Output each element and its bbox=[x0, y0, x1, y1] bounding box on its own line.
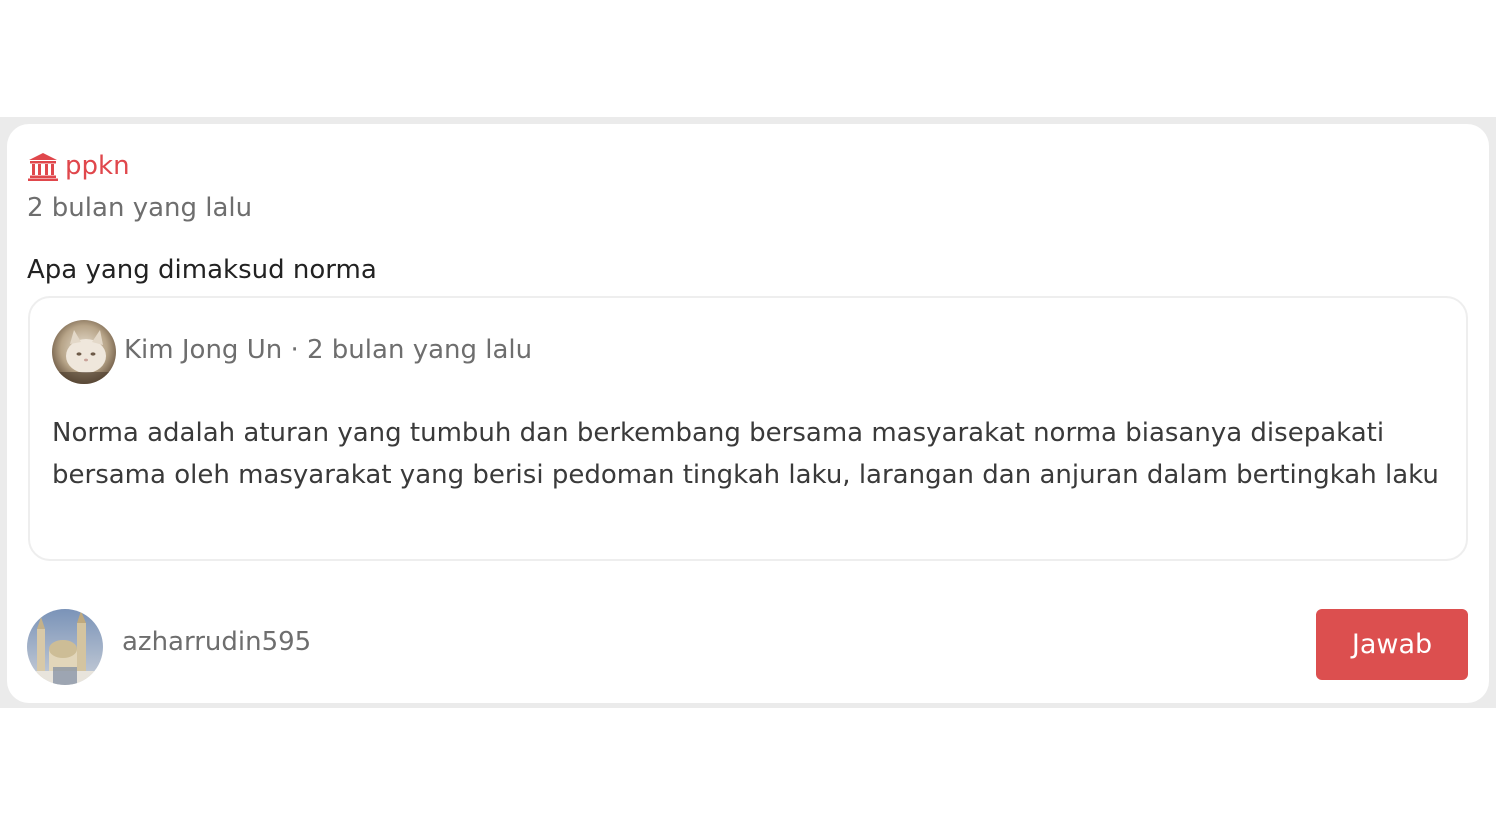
answer-author-avatar[interactable] bbox=[52, 320, 116, 384]
username[interactable]: azharrudin595 bbox=[122, 624, 311, 660]
answer-timestamp: 2 bulan yang lalu bbox=[307, 335, 533, 365]
question-card: ppkn 2 bulan yang lalu Apa yang dimaksud… bbox=[7, 124, 1489, 703]
user-avatar[interactable] bbox=[27, 609, 103, 685]
question-text[interactable]: Apa yang dimaksud norma bbox=[27, 252, 377, 288]
question-timestamp: 2 bulan yang lalu bbox=[27, 193, 253, 223]
meta-separator: · bbox=[282, 335, 307, 365]
subject-label: ppkn bbox=[65, 151, 130, 181]
answer-box: Kim Jong Un · 2 bulan yang lalu Norma ad… bbox=[28, 296, 1468, 561]
answer-author-name[interactable]: Kim Jong Un bbox=[124, 335, 282, 365]
subject-link[interactable]: ppkn bbox=[27, 148, 130, 184]
answer-meta: Kim Jong Un · 2 bulan yang lalu bbox=[124, 332, 532, 368]
answer-text: Norma adalah aturan yang tumbuh dan berk… bbox=[52, 418, 1439, 490]
bank-building-icon bbox=[27, 151, 59, 181]
answer-button[interactable]: Jawab bbox=[1316, 609, 1468, 680]
